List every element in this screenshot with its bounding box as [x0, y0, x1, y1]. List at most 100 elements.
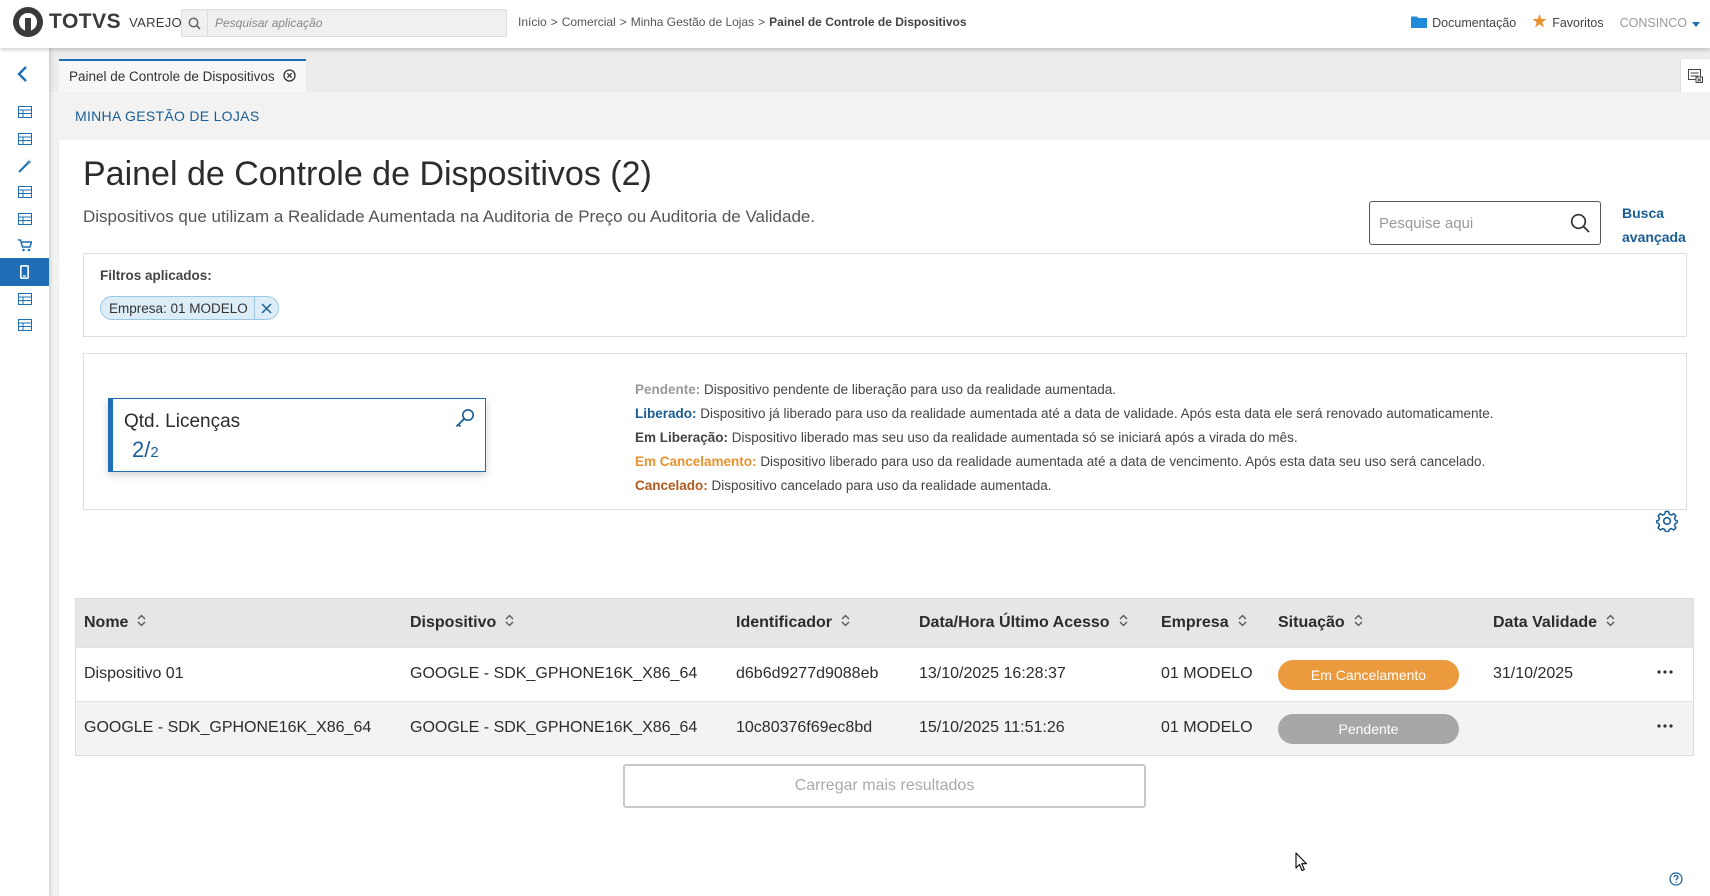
tab-bar: Painel de Controle de Dispositivos — [49, 48, 1710, 92]
page-title: Painel de Controle de Dispositivos (2) — [83, 155, 652, 193]
sort-icon[interactable] — [1119, 614, 1128, 632]
table-header: Nome Dispositivo Identificador Data/Hora… — [76, 599, 1693, 647]
gear-icon[interactable] — [1655, 510, 1679, 537]
info-panel: Qtd. Licenças 2/2 Pendente: Dispositivo … — [83, 353, 1687, 510]
sort-icon[interactable] — [137, 614, 146, 632]
advanced-search-link[interactable]: Busca avançada — [1622, 201, 1694, 249]
search-icon[interactable] — [1570, 213, 1590, 238]
logo-text: TOTVS — [49, 10, 122, 33]
license-total: 2 — [150, 444, 159, 461]
sort-icon[interactable] — [505, 614, 514, 632]
column-label: Dispositivo — [410, 614, 497, 631]
column-header-identificador[interactable]: Identificador — [736, 614, 850, 632]
sidebar-item-1[interactable] — [0, 98, 49, 126]
breadcrumb-gestao-lojas[interactable]: Minha Gestão de Lojas — [631, 15, 754, 29]
legend-desc: Dispositivo liberado mas seu uso da real… — [731, 430, 1298, 445]
table-row[interactable]: GOOGLE - SDK_GPHONE16K_X86_64 GOOGLE - S… — [76, 701, 1693, 755]
legend-desc: Dispositivo pendente de liberação para u… — [704, 382, 1117, 397]
quick-search-input[interactable] — [1370, 214, 1560, 232]
column-label: Data/Hora Último Acesso — [919, 614, 1110, 631]
sort-icon[interactable] — [841, 614, 850, 632]
close-icon[interactable] — [253, 297, 278, 319]
totvs-logo[interactable]: TOTVS VAREJO — [13, 7, 182, 37]
breadcrumb-current: Painel de Controle de Dispositivos — [769, 15, 967, 29]
column-header-dispositivo[interactable]: Dispositivo — [410, 614, 514, 632]
breadcrumb-separator: > — [619, 15, 627, 29]
sidebar-item-5[interactable] — [0, 205, 49, 233]
legend-item-em-cancelamento: Em Cancelamento: Dispositivo liberado pa… — [635, 450, 1494, 474]
sort-icon[interactable] — [1238, 614, 1247, 632]
table-row[interactable]: Dispositivo 01 GOOGLE - SDK_GPHONE16K_X8… — [76, 647, 1693, 701]
section-header: MINHA GESTÃO DE LOJAS — [59, 92, 1710, 140]
sidebar-item-3[interactable] — [0, 152, 49, 180]
table-icon — [17, 186, 32, 198]
column-header-situacao[interactable]: Situação — [1278, 614, 1363, 632]
search-icon[interactable] — [182, 10, 208, 36]
legend-term: Pendente: — [635, 382, 701, 397]
sidebar-item-8[interactable] — [0, 285, 49, 313]
cell-identificador: d6b6d9277d9088eb — [736, 665, 879, 682]
table-icon — [17, 319, 32, 331]
tab-device-panel[interactable]: Painel de Controle de Dispositivos — [59, 59, 306, 92]
legend-item-liberado: Liberado: Dispositivo já liberado para u… — [635, 402, 1494, 426]
key-icon — [455, 408, 475, 433]
license-card-title: Qtd. Licenças — [124, 411, 241, 432]
breadcrumb-separator: > — [758, 15, 766, 29]
breadcrumb-home[interactable]: Início — [518, 15, 547, 29]
status-legend: Pendente: Dispositivo pendente de libera… — [635, 378, 1494, 498]
column-label: Empresa — [1161, 614, 1229, 631]
column-header-data-validade[interactable]: Data Validade — [1493, 614, 1615, 632]
column-label: Situação — [1278, 614, 1345, 631]
cell-dispositivo: GOOGLE - SDK_GPHONE16K_X86_64 — [410, 665, 698, 682]
app-search — [181, 9, 507, 37]
cell-empresa: 01 MODELO — [1161, 665, 1253, 682]
cell-nome: GOOGLE - SDK_GPHONE16K_X86_64 — [84, 719, 372, 736]
documentation-link[interactable]: Documentação — [1411, 15, 1516, 31]
devices-table: Nome Dispositivo Identificador Data/Hora… — [75, 598, 1694, 756]
breadcrumb-comercial[interactable]: Comercial — [562, 15, 616, 29]
tabs-list-icon[interactable] — [1680, 59, 1710, 92]
column-header-ultimo-acesso[interactable]: Data/Hora Último Acesso — [919, 614, 1128, 632]
load-more-button[interactable]: Carregar mais resultados — [623, 764, 1146, 808]
user-menu[interactable]: CONSINCO — [1620, 16, 1700, 30]
table-icon — [17, 106, 32, 118]
legend-term: Em Liberação: — [635, 430, 729, 445]
favorites-link[interactable]: Favoritos — [1532, 14, 1604, 31]
folder-icon — [1411, 15, 1428, 31]
sort-icon[interactable] — [1606, 614, 1615, 632]
quick-search — [1369, 201, 1601, 245]
cart-icon — [17, 238, 32, 251]
wand-icon — [17, 159, 32, 173]
license-card[interactable]: Qtd. Licenças 2/2 — [108, 398, 486, 472]
sidebar-item-9[interactable] — [0, 311, 49, 339]
sidebar — [0, 48, 49, 896]
more-options-icon[interactable] — [1653, 714, 1677, 738]
sort-icon[interactable] — [1354, 614, 1363, 632]
more-options-icon[interactable] — [1653, 660, 1677, 684]
status-badge: Em Cancelamento — [1278, 660, 1459, 690]
app-search-input[interactable] — [208, 16, 498, 30]
page-subtitle: Dispositivos que utilizam a Realidade Au… — [83, 207, 816, 226]
sidebar-item-2[interactable] — [0, 125, 49, 153]
filter-chip-label: Empresa: 01 MODELO — [109, 300, 248, 316]
column-header-empresa[interactable]: Empresa — [1161, 614, 1247, 632]
filters-label: Filtros aplicados: — [100, 268, 212, 283]
close-tab-icon[interactable] — [282, 68, 296, 85]
sidebar-item-6[interactable] — [0, 231, 49, 259]
cell-dispositivo: GOOGLE - SDK_GPHONE16K_X86_64 — [410, 719, 698, 736]
star-icon — [1532, 14, 1547, 31]
sidebar-item-4[interactable] — [0, 178, 49, 206]
help-icon[interactable] — [1669, 872, 1683, 891]
documentation-label: Documentação — [1432, 15, 1517, 30]
license-count: 2/2 — [132, 437, 159, 462]
sidebar-item-devices[interactable] — [0, 258, 49, 286]
main-content: Painel de Controle de Dispositivos (2) D… — [59, 140, 1710, 896]
user-name: CONSINCO — [1619, 15, 1687, 30]
legend-term: Cancelado: — [635, 478, 708, 493]
mouse-cursor-icon — [1295, 852, 1308, 877]
header-actions: Documentação Favoritos CONSINCO — [1395, 14, 1700, 31]
table-icon — [17, 293, 32, 305]
chevron-left-icon[interactable] — [16, 66, 30, 87]
applied-filters: Filtros aplicados: Empresa: 01 MODELO — [83, 253, 1687, 337]
column-header-nome[interactable]: Nome — [84, 614, 146, 632]
